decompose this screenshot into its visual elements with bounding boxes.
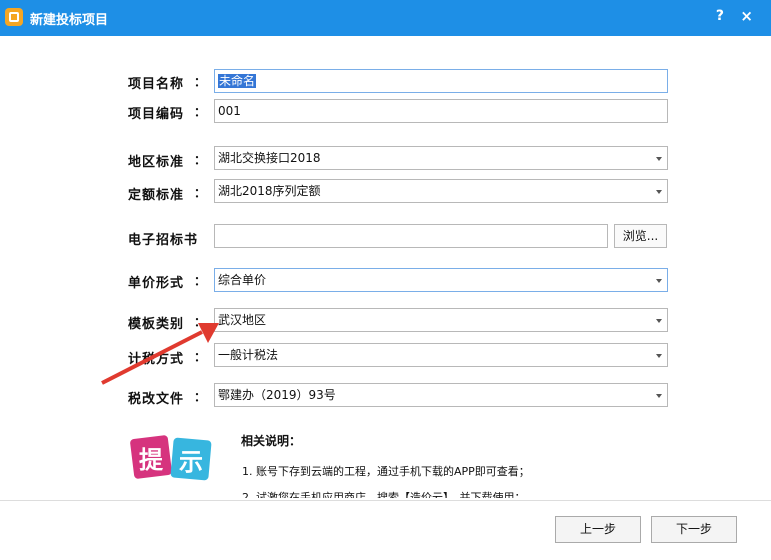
template-type-label: 模板类别 bbox=[128, 317, 185, 332]
window-title: 新建投标项目 bbox=[30, 13, 109, 28]
help-button[interactable]: ? bbox=[716, 8, 724, 24]
colon: ： bbox=[194, 153, 207, 167]
title-bar[interactable]: 新建投标项目 ? × bbox=[0, 0, 771, 36]
browse-button[interactable]: 浏览... bbox=[614, 224, 667, 248]
notes-line-1: 1. 账号下存到云端的工程，通过手机下载的APP即可查看； bbox=[242, 465, 530, 478]
project-name-value: 未命名 bbox=[218, 74, 257, 88]
hint-icon-char-2: 示 bbox=[179, 448, 203, 476]
tax-reform-label: 税改文件 bbox=[128, 392, 185, 407]
colon: ： bbox=[194, 390, 207, 404]
project-code-label: 项目编码 bbox=[128, 107, 185, 122]
quota-standard-value: 湖北2018序列定额 bbox=[218, 184, 321, 198]
template-type-value: 武汉地区 bbox=[218, 313, 267, 327]
project-name-input[interactable]: 未命名 bbox=[214, 69, 668, 93]
footer-divider bbox=[0, 500, 771, 501]
chevron-down-icon bbox=[656, 157, 662, 161]
bid-document-input[interactable] bbox=[214, 224, 608, 248]
tax-reform-select[interactable]: 鄂建办（2019）93号 bbox=[214, 383, 668, 407]
chevron-down-icon bbox=[656, 394, 662, 398]
chevron-down-icon bbox=[656, 279, 662, 283]
quota-standard-select[interactable]: 湖北2018序列定额 bbox=[214, 179, 668, 203]
tax-reform-value: 鄂建办（2019）93号 bbox=[218, 388, 336, 402]
region-standard-select[interactable]: 湖北交换接口2018 bbox=[214, 146, 668, 170]
quota-standard-label: 定额标准 bbox=[128, 188, 185, 203]
chevron-down-icon bbox=[656, 190, 662, 194]
project-code-input[interactable]: 001 bbox=[214, 99, 668, 123]
colon: ： bbox=[194, 75, 207, 89]
price-form-select[interactable]: 综合单价 bbox=[214, 268, 668, 292]
price-form-label: 单价形式 bbox=[128, 276, 185, 291]
template-type-select[interactable]: 武汉地区 bbox=[214, 308, 668, 332]
region-standard-label: 地区标准 bbox=[128, 155, 185, 170]
hint-icon: 提 示 bbox=[130, 435, 212, 481]
tax-method-value: 一般计税法 bbox=[218, 348, 279, 362]
hint-icon-char-1: 提 bbox=[139, 446, 164, 474]
colon: ： bbox=[194, 186, 207, 200]
colon: ： bbox=[194, 105, 207, 119]
bid-document-label: 电子招标书 bbox=[128, 233, 199, 248]
notes-title: 相关说明： bbox=[241, 434, 302, 448]
notes-line-2: 2. 试激您在手机应用商店，搜索【造价云】，并下载使用； bbox=[242, 491, 526, 498]
project-name-label: 项目名称 bbox=[128, 77, 185, 92]
chevron-down-icon bbox=[656, 319, 662, 323]
colon: ： bbox=[194, 315, 207, 329]
colon: ： bbox=[194, 350, 207, 364]
new-bid-project-dialog: 新建投标项目 ? × 项目名称 ： 未命名 项目编码 ： 001 地区标准 ： … bbox=[0, 0, 771, 560]
colon: ： bbox=[194, 274, 207, 288]
previous-step-button[interactable]: 上一步 bbox=[555, 516, 641, 543]
price-form-value: 综合单价 bbox=[218, 273, 267, 287]
tax-method-select[interactable]: 一般计税法 bbox=[214, 343, 668, 367]
close-button[interactable]: × bbox=[740, 7, 753, 25]
tax-method-label: 计税方式 bbox=[128, 352, 185, 367]
region-standard-value: 湖北交换接口2018 bbox=[218, 151, 321, 165]
next-step-button[interactable]: 下一步 bbox=[651, 516, 737, 543]
app-logo-icon bbox=[5, 8, 23, 26]
chevron-down-icon bbox=[656, 354, 662, 358]
